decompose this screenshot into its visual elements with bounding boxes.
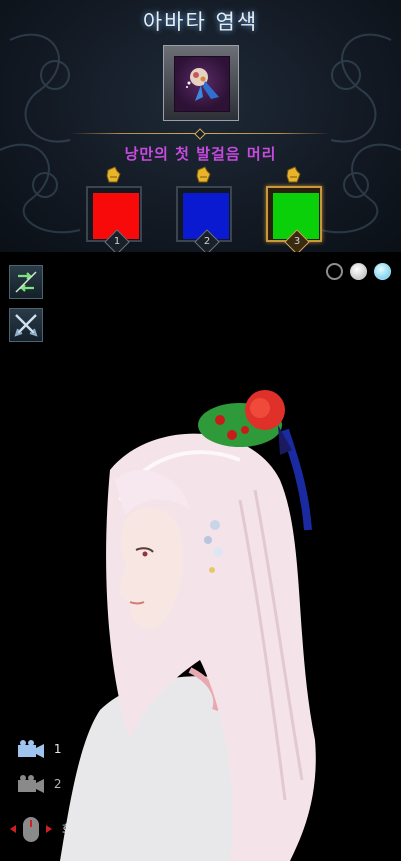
background-blue-option[interactable]: [374, 263, 391, 280]
item-icon-frame[interactable]: [163, 45, 239, 121]
swap-button[interactable]: [9, 265, 43, 299]
dye-slot-1[interactable]: 1: [86, 186, 142, 252]
background-white-option[interactable]: [350, 263, 367, 280]
item-name: 낭만의 첫 발걸음 머리: [124, 145, 277, 163]
crossed-swords-icon: [14, 314, 38, 337]
mouse-rotate-icon: [10, 817, 52, 842]
background-black-option[interactable]: [326, 263, 343, 280]
camera-icon: [18, 775, 44, 793]
window-title: 아바타 염색: [142, 10, 259, 34]
swap-icon: [15, 271, 37, 293]
camera-icon: [18, 740, 44, 758]
character-preview[interactable]: [40, 380, 401, 861]
camera-1-label: 1: [53, 742, 62, 756]
rotate-label: 회전: [61, 822, 84, 837]
camera-1-button[interactable]: 1: [16, 739, 61, 761]
slot-number: 1: [113, 236, 121, 247]
dye-panel: 아바타 염색 낭만의 첫 발걸음 머리 1 2 3: [0, 0, 401, 252]
slot-number: 3: [293, 236, 301, 247]
camera-2-label: 2: [53, 777, 62, 791]
hair-accessory-icon: [174, 56, 230, 112]
dye-bottle-icon: [106, 166, 121, 183]
dye-bottle-icon: [286, 166, 301, 183]
dye-slot-2[interactable]: 2: [176, 186, 232, 252]
rotate-control[interactable]: 회전: [8, 814, 84, 844]
divider-gem-icon: [194, 128, 206, 140]
slot-number: 2: [203, 236, 211, 247]
weapon-toggle-button[interactable]: [9, 308, 43, 342]
dye-slot-3[interactable]: 3: [266, 186, 322, 252]
dye-bottle-icon: [196, 166, 211, 183]
camera-2-button[interactable]: 2: [16, 774, 61, 796]
